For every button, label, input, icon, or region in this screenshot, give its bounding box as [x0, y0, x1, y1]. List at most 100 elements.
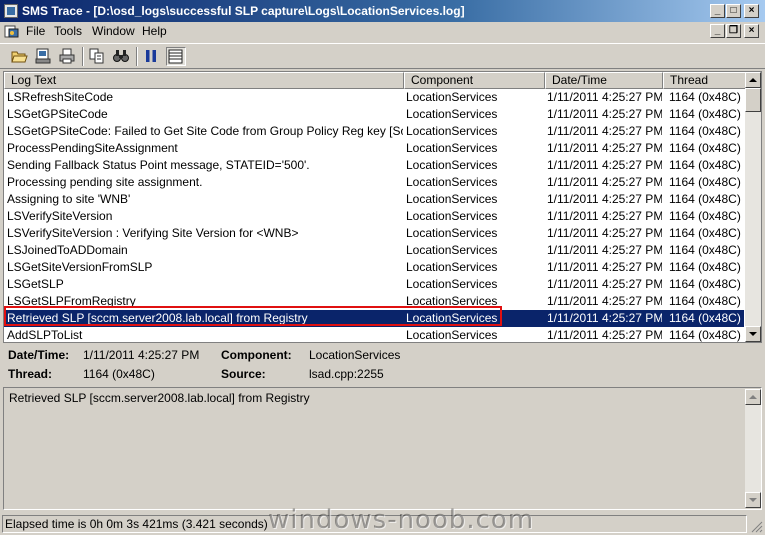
- menu-tools[interactable]: Tools: [54, 24, 82, 38]
- cell-component: LocationServices: [406, 175, 498, 189]
- cell-thread: 1164 (0x48C): [669, 90, 741, 104]
- window-title: SMS Trace - [D:\osd_logs\successful SLP …: [22, 4, 465, 18]
- table-row[interactable]: Assigning to site 'WNB' LocationServices 1…: [4, 191, 744, 208]
- cell-thread: 1164 (0x48C): [669, 328, 741, 342]
- print-preview-button[interactable]: [34, 47, 54, 66]
- table-row[interactable]: LSGetGPSiteCode LocationServices 1/11/2011…: [4, 106, 744, 123]
- table-row[interactable]: LSJoinedToADDomain LocationServices 1/11/2…: [4, 242, 744, 259]
- open-button[interactable]: [10, 47, 30, 66]
- cell-datetime: 1/11/2011 4:25:27 PM: [547, 209, 662, 223]
- message-text: Retrieved SLP [sccm.server2008.lab.local…: [9, 391, 310, 405]
- cell-thread: 1164 (0x48C): [669, 158, 741, 172]
- cell-datetime: 1/11/2011 4:25:27 PM: [547, 90, 662, 104]
- cell-log-text: LSGetGPSiteCode: [7, 107, 108, 121]
- cell-thread: 1164 (0x48C): [669, 175, 741, 189]
- watermark: windows-noob.com: [268, 505, 535, 535]
- scroll-thumb[interactable]: [745, 88, 761, 112]
- table-row[interactable]: LSGetSLP LocationServices 1/11/2011 4:25:2…: [4, 276, 744, 293]
- component-value: LocationServices: [309, 348, 401, 362]
- document-icon[interactable]: [4, 24, 19, 39]
- selection-highlight-box: [4, 306, 502, 326]
- cell-thread: 1164 (0x48C): [669, 260, 741, 274]
- cell-component: LocationServices: [406, 328, 498, 342]
- cell-datetime: 1/11/2011 4:25:27 PM: [547, 226, 662, 240]
- cell-datetime: 1/11/2011 4:25:27 PM: [547, 175, 662, 189]
- cell-component: LocationServices: [406, 90, 498, 104]
- column-header-datetime[interactable]: Date/Time: [545, 72, 663, 89]
- cell-component: LocationServices: [406, 243, 498, 257]
- cell-datetime: 1/11/2011 4:25:27 PM: [547, 243, 662, 257]
- cell-log-text: LSJoinedToADDomain: [7, 243, 128, 257]
- table-row[interactable]: LSGetSiteVersionFromSLP LocationServices 1…: [4, 259, 744, 276]
- column-header-component[interactable]: Component: [404, 72, 545, 89]
- print-button[interactable]: [58, 47, 78, 66]
- find-button[interactable]: [112, 47, 132, 66]
- table-row[interactable]: Processing pending site assignment. Locat…: [4, 174, 744, 191]
- table-row[interactable]: ProcessPendingSiteAssignment LocationServ…: [4, 140, 744, 157]
- table-row[interactable]: LSVerifySiteVersion : Verifying Site Ver…: [4, 225, 744, 242]
- copy-button[interactable]: [88, 47, 108, 66]
- minimize-button[interactable]: _: [710, 4, 725, 18]
- cell-datetime: 1/11/2011 4:25:27 PM: [547, 158, 662, 172]
- cell-thread: 1164 (0x48C): [669, 243, 741, 257]
- cell-thread: 1164 (0x48C): [669, 192, 741, 206]
- thread-value: 1164 (0x48C): [83, 367, 155, 381]
- cell-log-text: Processing pending site assignment.: [7, 175, 203, 189]
- log-list[interactable]: Log Text Component Date/Time Thread LSRe…: [3, 71, 762, 343]
- cell-datetime: 1/11/2011 4:25:27 PM: [547, 141, 662, 155]
- columns-button[interactable]: [166, 47, 186, 66]
- menu-help[interactable]: Help: [142, 24, 167, 38]
- cell-log-text: LSGetSLP: [7, 277, 64, 291]
- cell-datetime: 1/11/2011 4:25:27 PM: [547, 260, 662, 274]
- find-icon: [113, 50, 129, 62]
- print-preview-icon: [35, 48, 51, 64]
- cell-datetime: 1/11/2011 4:25:27 PM: [547, 277, 662, 291]
- cell-thread: 1164 (0x48C): [669, 141, 741, 155]
- table-row[interactable]: LSRefreshSiteCode LocationServices 1/11/20…: [4, 89, 744, 106]
- app-icon[interactable]: [4, 4, 18, 18]
- menu-file[interactable]: File: [26, 24, 45, 38]
- column-header-log-text[interactable]: Log Text: [4, 72, 404, 89]
- close-button[interactable]: ×: [744, 4, 759, 18]
- arrow-down-icon: [749, 332, 757, 336]
- cell-component: LocationServices: [406, 192, 498, 206]
- cell-thread: 1164 (0x48C): [669, 209, 741, 223]
- source-label: Source:: [221, 367, 266, 381]
- cell-datetime: 1/11/2011 4:25:27 PM: [547, 311, 662, 325]
- table-row[interactable]: LSGetGPSiteCode: Failed to Get Site Code…: [4, 123, 744, 140]
- cell-datetime: 1/11/2011 4:25:27 PM: [547, 107, 662, 121]
- mdi-restore-button[interactable]: ❐: [726, 24, 741, 38]
- mdi-minimize-button[interactable]: _: [710, 24, 725, 38]
- pause-button[interactable]: [142, 47, 162, 66]
- print-icon: [59, 48, 75, 64]
- datetime-label: Date/Time:: [8, 348, 70, 362]
- arrow-up-icon: [749, 395, 757, 399]
- column-header-thread[interactable]: Thread: [663, 72, 747, 89]
- copy-icon: [89, 48, 104, 64]
- message-scroll-down-button[interactable]: [745, 492, 761, 508]
- datetime-value: 1/11/2011 4:25:27 PM: [83, 348, 200, 362]
- cell-datetime: 1/11/2011 4:25:27 PM: [547, 328, 662, 342]
- mdi-close-button[interactable]: ×: [744, 24, 759, 38]
- message-scroll-up-button[interactable]: [745, 389, 761, 405]
- cell-datetime: 1/11/2011 4:25:27 PM: [547, 294, 662, 308]
- scroll-up-button[interactable]: [745, 72, 761, 88]
- scroll-down-button[interactable]: [745, 326, 761, 342]
- message-scrollbar[interactable]: [745, 389, 761, 508]
- details-panel: Date/Time: 1/11/2011 4:25:27 PM Componen…: [3, 344, 762, 386]
- message-text-pane[interactable]: Retrieved SLP [sccm.server2008.lab.local…: [3, 387, 762, 510]
- menu-window[interactable]: Window: [92, 24, 135, 38]
- cell-log-text: LSGetSiteVersionFromSLP: [7, 260, 153, 274]
- table-row[interactable]: AddSLPToList LocationServices 1/11/2011 4:…: [4, 327, 744, 342]
- cell-thread: 1164 (0x48C): [669, 226, 741, 240]
- maximize-button[interactable]: □: [726, 4, 741, 18]
- cell-log-text: LSVerifySiteVersion : Verifying Site Ver…: [7, 226, 299, 240]
- table-row[interactable]: LSVerifySiteVersion LocationServices 1/11/…: [4, 208, 744, 225]
- cell-log-text: LSRefreshSiteCode: [7, 90, 114, 104]
- title-bar[interactable]: SMS Trace - [D:\osd_logs\successful SLP …: [0, 0, 765, 22]
- columns-icon: [168, 49, 183, 64]
- table-row[interactable]: Sending Fallback Status Point message, S…: [4, 157, 744, 174]
- log-list-scrollbar[interactable]: [745, 72, 761, 342]
- cell-log-text: Assigning to site 'WNB': [7, 192, 131, 206]
- resize-grip-icon[interactable]: [751, 521, 763, 533]
